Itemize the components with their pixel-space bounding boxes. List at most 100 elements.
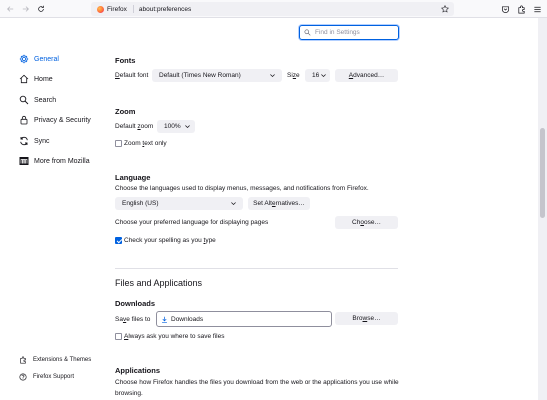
mozilla-icon [19, 157, 29, 165]
pocket-icon [501, 5, 509, 13]
sidebar-item-general[interactable]: General [19, 52, 59, 66]
label-part: rnatives… [275, 200, 305, 207]
sidebar-firefox-support[interactable]: Firefox Support [19, 371, 74, 383]
sidebar-bottom-label: Firefox Support [33, 374, 75, 380]
label-part: Ch [352, 219, 361, 226]
download-arrow-icon [162, 316, 167, 323]
label-part: Sa [115, 316, 123, 323]
language-heading: Language [115, 173, 151, 182]
search-input[interactable] [315, 29, 395, 36]
downloads-heading: Downloads [115, 299, 156, 308]
applications-heading: Applications [115, 366, 161, 375]
zoom-text-only-checkbox[interactable] [115, 140, 122, 147]
sidebar-item-label: More from Mozilla [34, 157, 90, 165]
chevron-down-icon [185, 125, 190, 129]
language-description: Choose the languages used to display men… [115, 185, 369, 192]
set-alternatives-button[interactable]: Set Alt e rnatives… [248, 197, 310, 210]
label-part: oom [140, 123, 154, 130]
download-folder-value: Downloads [171, 315, 204, 323]
check-spelling-label[interactable]: Check your spelling as you type [124, 237, 216, 244]
zoom-heading: Zoom [115, 107, 136, 116]
url-text[interactable]: about:preferences [139, 6, 191, 13]
always-ask-label[interactable]: Always ask you where to save files [124, 333, 224, 340]
identity-label: Firefox [107, 5, 127, 13]
sidebar-item-label: Home [34, 75, 53, 83]
sidebar-item-label: Privacy & Security [34, 116, 91, 124]
language-select[interactable]: English (US) [115, 197, 243, 210]
default-font-select[interactable]: Default (Times New Roman) [152, 69, 282, 82]
zoom-value: 100% [164, 123, 181, 130]
label-part: Bro [352, 315, 363, 322]
sidebar-item-more-from-mozilla[interactable]: More from Mozilla [19, 154, 90, 168]
bookmark-star-icon[interactable] [441, 5, 449, 13]
default-font-value: Default (Times New Roman) [159, 72, 241, 79]
sidebar-item-sync[interactable]: Sync [19, 134, 50, 148]
back-button[interactable] [4, 3, 16, 15]
label-part: ype [205, 237, 216, 244]
label-part: dvanced… [353, 72, 385, 79]
label-part: ose… [363, 219, 381, 226]
settings-search[interactable] [299, 25, 399, 40]
menu-button[interactable] [531, 3, 543, 15]
check-spelling-checkbox[interactable] [115, 237, 122, 244]
home-icon [19, 74, 29, 84]
pocket-button[interactable] [499, 3, 511, 15]
label-part: Default [115, 123, 138, 130]
lock-icon [20, 115, 28, 125]
puzzle-icon [20, 356, 26, 364]
forward-button[interactable] [20, 3, 32, 15]
page-language-label: Choose your preferred language for displ… [115, 219, 269, 226]
sidebar-bottom-label: Extensions & Themes [33, 357, 92, 363]
size-label: Size [287, 72, 300, 79]
sidebar-extensions-themes[interactable]: Extensions & Themes [19, 354, 91, 366]
sidebar-item-privacy[interactable]: Privacy & Security [19, 113, 91, 127]
forward-arrow-icon [22, 6, 29, 12]
font-size-select[interactable]: 16 [305, 69, 330, 82]
language-value: English (US) [122, 200, 159, 207]
fonts-heading: Fonts [115, 56, 136, 65]
sidebar-item-home[interactable]: Home [19, 72, 53, 86]
search-icon [19, 95, 29, 105]
sidebar-item-label: Sync [34, 137, 50, 145]
browse-button[interactable]: Bro w se… [335, 312, 398, 325]
always-ask-checkbox[interactable] [115, 333, 122, 340]
files-applications-heading: Files and Applications [115, 278, 203, 288]
choose-language-button[interactable]: Ch o ose… [335, 216, 398, 229]
gear-icon [19, 54, 29, 64]
download-folder-field[interactable]: Downloads [156, 311, 332, 327]
url-separator [132, 5, 134, 13]
sidebar-item-label: Search [34, 96, 57, 104]
reload-button[interactable] [35, 3, 47, 15]
extensions-button[interactable] [515, 3, 527, 15]
label-part: Set Alt [253, 200, 272, 207]
browser-toolbar: Firefox about:preferences [0, 0, 547, 18]
scrollbar-thumb[interactable] [540, 128, 545, 218]
default-zoom-select[interactable]: 100% [157, 120, 195, 133]
chevron-down-icon [231, 202, 236, 206]
section-divider [115, 268, 398, 269]
label-rest: efault font [119, 72, 149, 79]
back-arrow-icon [7, 6, 14, 12]
sidebar-item-search[interactable]: Search [19, 93, 56, 107]
firefox-logo-icon [97, 5, 104, 13]
url-bar[interactable]: Firefox about:preferences [91, 2, 454, 16]
save-files-label: Save files to [115, 316, 150, 323]
font-size-value: 16 [312, 72, 320, 79]
label-part: lways ask you where to save files [128, 333, 225, 340]
default-font-label: Default font [115, 72, 148, 79]
help-icon [19, 373, 27, 381]
sync-icon [20, 136, 28, 146]
chevron-down-icon [321, 74, 326, 78]
advanced-fonts-button[interactable]: Advanced… [335, 69, 398, 82]
extensions-icon [517, 5, 525, 13]
search-icon [304, 29, 311, 36]
sidebar-item-label: General [34, 55, 59, 63]
hamburger-menu-icon [533, 6, 541, 12]
page-scrollbar[interactable] [538, 18, 547, 400]
default-zoom-label: Default zoom [115, 123, 153, 130]
reload-icon [38, 5, 44, 12]
zoom-text-only-label[interactable]: Zoom text only [124, 140, 167, 147]
label-part: se… [367, 315, 381, 322]
label-part: e [296, 72, 300, 79]
label-part: Check your spelling as you [124, 237, 204, 244]
